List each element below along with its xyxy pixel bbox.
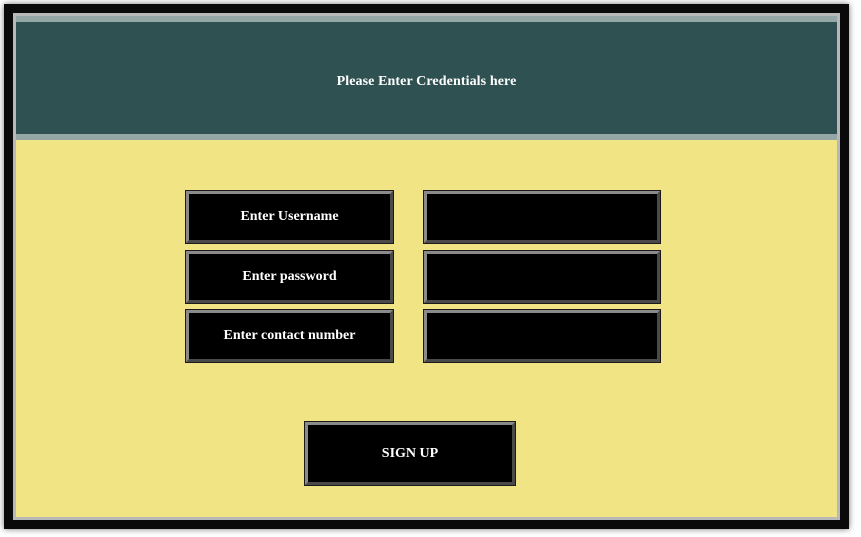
username-input[interactable] bbox=[423, 190, 661, 244]
page-title: Please Enter Credentials here bbox=[336, 74, 517, 89]
password-input[interactable] bbox=[423, 250, 661, 304]
username-label: Enter Username bbox=[185, 190, 394, 244]
contact-number-input[interactable] bbox=[423, 309, 661, 363]
header-banner: Please Enter Credentials here bbox=[16, 16, 837, 140]
app-window: Please Enter Credentials here Enter User… bbox=[4, 4, 849, 529]
contact-number-label: Enter contact number bbox=[185, 309, 394, 363]
sign-up-button[interactable]: SIGN UP bbox=[304, 421, 516, 486]
form-frame: Please Enter Credentials here Enter User… bbox=[13, 13, 840, 520]
password-label: Enter password bbox=[185, 250, 394, 304]
